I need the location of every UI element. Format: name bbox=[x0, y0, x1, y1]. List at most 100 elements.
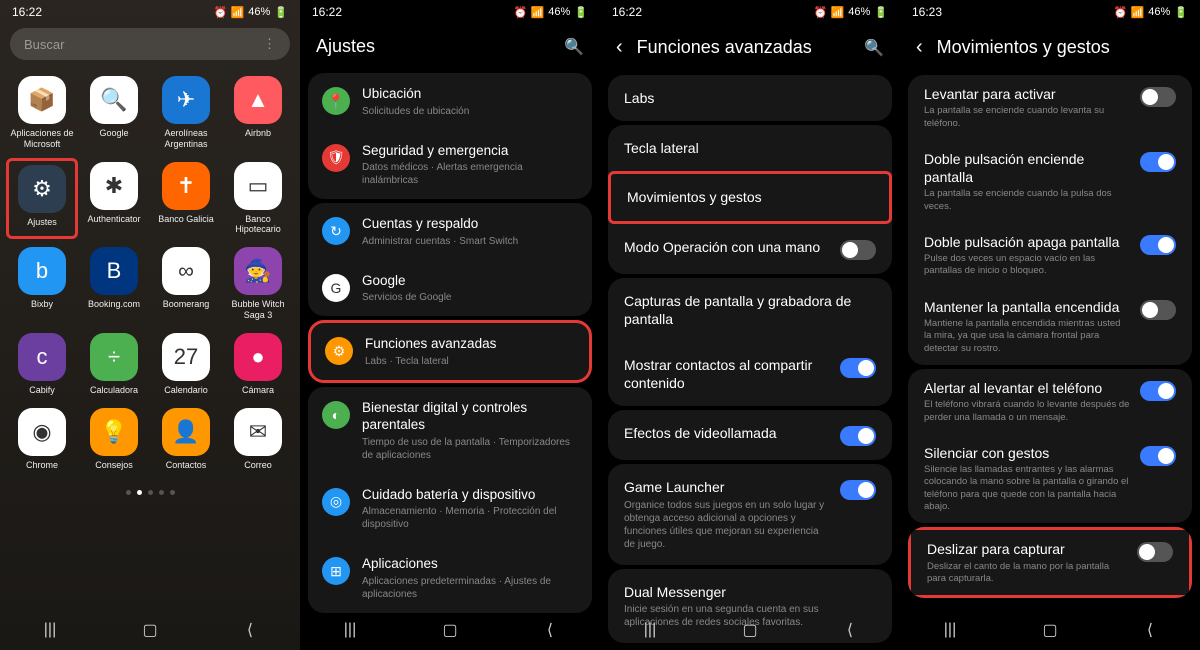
item-subtitle: Servicios de Google bbox=[362, 291, 578, 304]
app-label: Boomerang bbox=[163, 299, 210, 310]
back-button[interactable]: ⟨ bbox=[1140, 620, 1160, 640]
toggle-switch[interactable] bbox=[1140, 87, 1176, 107]
app-cámara[interactable]: ●Cámara bbox=[222, 329, 294, 400]
home-button[interactable]: ▢ bbox=[140, 620, 160, 640]
settings-item[interactable]: Modo Operación con una mano bbox=[608, 224, 892, 274]
status-time: 16:22 bbox=[12, 5, 42, 19]
item-title: Seguridad y emergencia bbox=[362, 142, 578, 160]
app-label: Bixby bbox=[31, 299, 53, 310]
toggle-switch[interactable] bbox=[1140, 235, 1176, 255]
back-icon[interactable]: ‹ bbox=[916, 36, 923, 59]
toggle-switch[interactable] bbox=[1140, 152, 1176, 172]
home-button[interactable]: ▢ bbox=[1040, 620, 1060, 640]
settings-item[interactable]: Tecla lateral bbox=[608, 125, 892, 171]
search-input[interactable]: Buscar ⋮ bbox=[10, 28, 290, 60]
app-banco-hipotecario[interactable]: ▭Banco Hipotecario bbox=[222, 158, 294, 240]
item-subtitle: Datos médicos · Alertas emergencia inalá… bbox=[362, 161, 578, 187]
app-icon: ◉ bbox=[18, 408, 66, 456]
settings-item[interactable]: Movimientos y gestos bbox=[608, 171, 892, 223]
item-title: Alertar al levantar el teléfono bbox=[924, 379, 1130, 397]
item-subtitle: Almacenamiento · Memoria · Protección de… bbox=[362, 505, 578, 531]
settings-item[interactable]: ⚙Funciones avanzadasLabs · Tecla lateral bbox=[311, 323, 589, 380]
home-button[interactable]: ▢ bbox=[440, 620, 460, 640]
app-label: Authenticator bbox=[87, 214, 140, 225]
settings-item[interactable]: Efectos de videollamada bbox=[608, 410, 892, 460]
item-icon: G bbox=[322, 274, 350, 302]
item-title: Ubicación bbox=[362, 85, 578, 103]
settings-item[interactable]: ⊞AplicacionesAplicaciones predeterminada… bbox=[308, 543, 592, 613]
app-icon: 💡 bbox=[90, 408, 138, 456]
app-correo[interactable]: ✉Correo bbox=[222, 404, 294, 475]
settings-item[interactable]: Game LauncherOrganice todos sus juegos e… bbox=[608, 464, 892, 564]
item-subtitle: Aplicaciones predeterminadas · Ajustes d… bbox=[362, 575, 578, 601]
toggle-switch[interactable] bbox=[1140, 446, 1176, 466]
settings-item[interactable]: ↻Cuentas y respaldoAdministrar cuentas ·… bbox=[308, 203, 592, 260]
back-button[interactable]: ⟨ bbox=[240, 620, 260, 640]
app-chrome[interactable]: ◉Chrome bbox=[6, 404, 78, 475]
app-cabify[interactable]: cCabify bbox=[6, 329, 78, 400]
recents-button[interactable]: ||| bbox=[940, 620, 960, 640]
back-button[interactable]: ⟨ bbox=[540, 620, 560, 640]
recents-button[interactable]: ||| bbox=[340, 620, 360, 640]
app-label: Banco Hipotecario bbox=[224, 214, 292, 236]
back-icon[interactable]: ‹ bbox=[616, 36, 623, 59]
settings-item[interactable]: Doble pulsación apaga pantallaPulse dos … bbox=[908, 223, 1192, 288]
app-calculadora[interactable]: ÷Calculadora bbox=[78, 329, 150, 400]
search-icon[interactable]: 🔍 bbox=[864, 38, 884, 58]
settings-item[interactable]: Alertar al levantar el teléfono El teléfo… bbox=[908, 369, 1192, 434]
app-bubble-witch-saga-3[interactable]: 🧙Bubble Witch Saga 3 bbox=[222, 243, 294, 325]
item-subtitle: Mantiene la pantalla encendida mientras … bbox=[924, 318, 1130, 355]
toggle-switch[interactable] bbox=[840, 240, 876, 260]
app-aerolíneas-argentinas[interactable]: ✈Aerolíneas Argentinas bbox=[150, 72, 222, 154]
settings-item[interactable]: Doble pulsación enciende pantallaLa pant… bbox=[908, 140, 1192, 223]
settings-item[interactable]: Levantar para activarLa pantalla se enci… bbox=[908, 75, 1192, 140]
item-icon: 🛡 bbox=[322, 144, 350, 172]
app-icon: b bbox=[18, 247, 66, 295]
toggle-switch[interactable] bbox=[840, 358, 876, 378]
item-title: Efectos de videollamada bbox=[624, 424, 830, 442]
settings-item[interactable]: 🛡 Seguridad y emergenciaDatos médicos · A… bbox=[308, 130, 592, 200]
settings-item[interactable]: 📍UbicaciónSolicitudes de ubicación bbox=[308, 73, 592, 130]
more-icon[interactable]: ⋮ bbox=[263, 36, 276, 52]
toggle-switch[interactable] bbox=[840, 426, 876, 446]
app-ajustes[interactable]: ⚙Ajustes bbox=[6, 158, 78, 240]
app-banco-galicia[interactable]: ✝Banco Galicia bbox=[150, 158, 222, 240]
item-title: Modo Operación con una mano bbox=[624, 238, 830, 256]
app-label: Correo bbox=[244, 460, 272, 471]
settings-item[interactable]: Capturas de pantalla y grabadora de pant… bbox=[608, 278, 892, 342]
home-button[interactable]: ▢ bbox=[740, 620, 760, 640]
item-subtitle: El teléfono vibrará cuando lo levante de… bbox=[924, 399, 1130, 424]
app-label: Bubble Witch Saga 3 bbox=[224, 299, 292, 321]
toggle-switch[interactable] bbox=[1137, 542, 1173, 562]
recents-button[interactable]: ||| bbox=[40, 620, 60, 640]
settings-item[interactable]: Deslizar para capturarDeslizar el canto … bbox=[908, 527, 1192, 598]
app-booking.com[interactable]: BBooking.com bbox=[78, 243, 150, 325]
app-calendario[interactable]: 27Calendario bbox=[150, 329, 222, 400]
toggle-switch[interactable] bbox=[840, 480, 876, 500]
settings-item[interactable]: Mantener la pantalla encendidaMantiene l… bbox=[908, 288, 1192, 365]
app-aplicaciones-de-microsoft[interactable]: 📦Aplicaciones de Microsoft bbox=[6, 72, 78, 154]
back-button[interactable]: ⟨ bbox=[840, 620, 860, 640]
app-google[interactable]: 🔍Google bbox=[78, 72, 150, 154]
item-title: Funciones avanzadas bbox=[365, 335, 575, 353]
app-airbnb[interactable]: ▲Airbnb bbox=[222, 72, 294, 154]
settings-item[interactable]: ◎Cuidado batería y dispositivoAlmacenami… bbox=[308, 474, 592, 544]
toggle-switch[interactable] bbox=[1140, 381, 1176, 401]
search-icon[interactable]: 🔍 bbox=[564, 37, 584, 57]
settings-item[interactable]: GGoogleServicios de Google bbox=[308, 260, 592, 317]
app-contactos[interactable]: 👤Contactos bbox=[150, 404, 222, 475]
app-icon: 27 bbox=[162, 333, 210, 381]
app-authenticator[interactable]: ✱Authenticator bbox=[78, 158, 150, 240]
settings-list: Levantar para activarLa pantalla se enci… bbox=[900, 75, 1200, 598]
toggle-switch[interactable] bbox=[1140, 300, 1176, 320]
recents-button[interactable]: ||| bbox=[640, 620, 660, 640]
advanced-features-screen: 16:22 ⏰ 📶 46%🔋 ‹ Funciones avanzadas 🔍 L… bbox=[600, 0, 900, 650]
settings-item[interactable]: Labs bbox=[608, 75, 892, 121]
settings-item[interactable]: ◐Bienestar digital y controles parentale… bbox=[308, 387, 592, 474]
app-consejos[interactable]: 💡Consejos bbox=[78, 404, 150, 475]
app-bixby[interactable]: b Bixby bbox=[6, 243, 78, 325]
settings-item[interactable]: Mostrar contactos al compartir contenido bbox=[608, 342, 892, 406]
settings-item[interactable]: Silenciar con gestosSilencie las llamada… bbox=[908, 434, 1192, 524]
motions-gestures-screen: 16:23 ⏰ 📶 46%🔋 ‹ Movimientos y gestos Le… bbox=[900, 0, 1200, 650]
app-boomerang[interactable]: ∞Boomerang bbox=[150, 243, 222, 325]
